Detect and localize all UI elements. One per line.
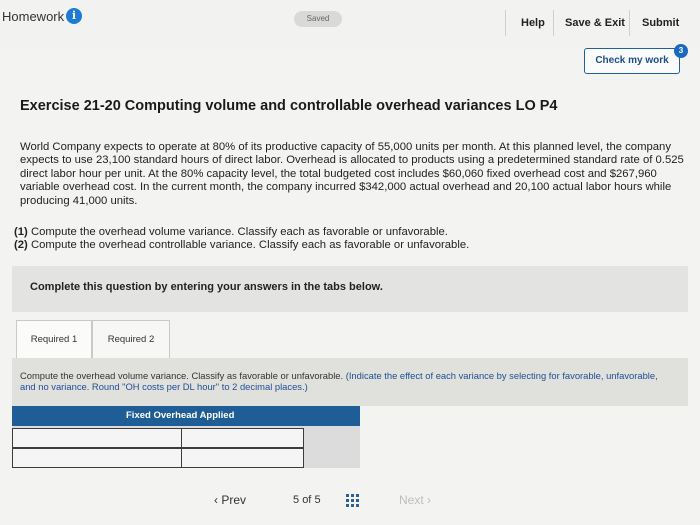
requirement-2-number: (2)	[14, 239, 28, 251]
answer-table: Fixed Overhead Applied	[12, 406, 360, 468]
prev-button[interactable]: ‹ Prev	[214, 493, 246, 507]
saved-status-badge: Saved	[294, 11, 342, 27]
current-page: 5	[293, 494, 300, 506]
page-of: of	[302, 494, 312, 506]
page-indicator: 5 of 5	[293, 494, 321, 506]
help-link[interactable]: Help	[521, 17, 545, 29]
save-exit-link[interactable]: Save & Exit	[565, 17, 625, 29]
chevron-right-icon: ›	[427, 493, 432, 507]
homework-title: Homework	[2, 9, 65, 24]
cell-divider	[181, 429, 182, 447]
nav-divider	[505, 10, 506, 36]
top-bar: Homework i Saved Help Save & Exit Submit	[0, 0, 700, 48]
next-button[interactable]: Next ›	[399, 493, 431, 507]
complete-question-text: Complete this question by entering your …	[30, 281, 383, 293]
tab-required-1[interactable]: Required 1	[16, 320, 92, 360]
table-row[interactable]	[12, 428, 304, 448]
complete-question-panel: Complete this question by entering your …	[12, 266, 688, 312]
next-label: Next	[399, 493, 424, 507]
requirements-list: (1) Compute the overhead volume variance…	[14, 226, 469, 252]
prev-label: Prev	[221, 493, 247, 507]
check-count-badge: 3	[674, 44, 688, 58]
requirement-1-number: (1)	[14, 226, 28, 238]
instructions-text: Compute the overhead volume variance. Cl…	[20, 370, 670, 392]
requirement-2: (2) Compute the overhead controllable va…	[14, 239, 469, 252]
exercise-title: Exercise 21-20 Computing volume and cont…	[20, 98, 558, 114]
chevron-left-icon: ‹	[214, 493, 218, 507]
problem-statement: World Company expects to operate at 80% …	[20, 141, 684, 207]
total-pages: 5	[314, 494, 321, 506]
info-icon[interactable]: i	[66, 8, 82, 24]
requirement-1: (1) Compute the overhead volume variance…	[14, 226, 469, 239]
fixed-overhead-applied-header: Fixed Overhead Applied	[126, 410, 235, 421]
requirement-2-text: Compute the overhead controllable varian…	[30, 239, 470, 251]
cell-divider	[181, 449, 182, 467]
table-header: Fixed Overhead Applied	[12, 406, 360, 426]
question-grid-icon[interactable]	[346, 494, 360, 508]
table-row[interactable]	[12, 448, 304, 468]
tab-required-2[interactable]: Required 2	[92, 320, 170, 360]
nav-divider	[553, 10, 554, 36]
instructions-panel: Compute the overhead volume variance. Cl…	[12, 358, 688, 406]
check-my-work-button[interactable]: Check my work	[584, 48, 680, 74]
nav-divider	[629, 10, 630, 36]
submit-link[interactable]: Submit	[642, 17, 679, 29]
requirement-1-text: Compute the overhead volume variance. Cl…	[30, 226, 448, 238]
instructions-main: Compute the overhead volume variance. Cl…	[20, 370, 344, 381]
